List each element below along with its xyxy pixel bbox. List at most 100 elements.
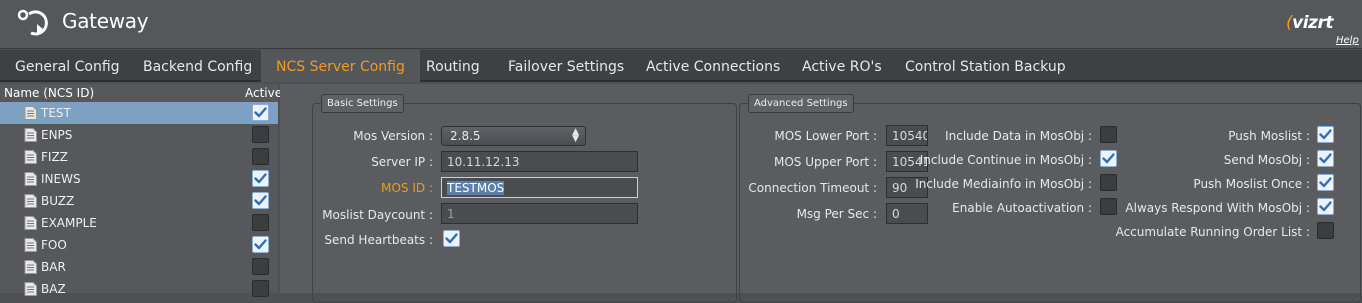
checkmark-icon — [1102, 153, 1115, 164]
list-item[interactable]: BUZZ — [0, 190, 278, 212]
connection-timeout-label: Connection Timeout : — [748, 181, 877, 195]
mos-version-value: 2.8.5 — [450, 129, 481, 143]
column-header-active[interactable]: Active — [245, 86, 282, 100]
checkmark-icon — [1319, 201, 1332, 212]
push-moslist-label: Push Moslist : — [1228, 129, 1310, 143]
document-icon — [24, 194, 37, 208]
active-checkbox[interactable] — [252, 236, 269, 253]
checkmark-icon — [1319, 177, 1332, 188]
mos-version-label: Mos Version : — [353, 129, 433, 143]
checkmark-icon — [1319, 129, 1332, 140]
document-icon — [24, 172, 37, 186]
active-checkbox[interactable] — [252, 148, 269, 165]
list-item-label: BAZ — [41, 282, 66, 296]
accumulate-running-order-checkbox[interactable] — [1317, 222, 1334, 239]
include-continue-label: Include Continue in MosObj : — [919, 153, 1092, 167]
list-item[interactable]: BAZ — [0, 278, 278, 300]
advanced-settings-title: Advanced Settings — [748, 94, 854, 113]
tab-general-config[interactable]: General Config — [0, 50, 135, 82]
list-item-label: ENPS — [41, 128, 73, 142]
always-respond-checkbox[interactable] — [1317, 198, 1334, 215]
ncs-server-list: Name (NCS ID) Active TEST ENPS FIZZ INEWS BU… — [0, 84, 282, 297]
include-mediainfo-checkbox[interactable] — [1100, 174, 1117, 191]
list-item[interactable]: FIZZ — [0, 146, 278, 168]
vizrt-logo: (vizrt — [1286, 13, 1333, 33]
moslist-daycount-label: Moslist Daycount : — [322, 208, 433, 222]
include-data-checkbox[interactable] — [1100, 126, 1117, 143]
include-data-label: Include Data in MosObj : — [945, 129, 1092, 143]
list-item[interactable]: FOO — [0, 234, 278, 256]
tab-routing[interactable]: Routing — [411, 50, 495, 82]
checkmark-icon — [1319, 153, 1332, 164]
push-moslist-once-checkbox[interactable] — [1317, 174, 1334, 191]
msg-per-sec-label: Msg Per Sec : — [796, 207, 877, 221]
mos-upper-port-label: MOS Upper Port : — [773, 155, 877, 169]
settings-panel: Basic Settings Mos Version : 2.8.5 ▲ ▼ Se… — [280, 84, 1362, 303]
send-mosobj-label: Send MosObj : — [1223, 153, 1310, 167]
document-icon — [24, 150, 37, 164]
tab-backend-config[interactable]: Backend Config — [128, 50, 267, 82]
list-item[interactable]: INEWS — [0, 168, 278, 190]
list-item-label: BAR — [41, 260, 66, 274]
checkmark-icon — [254, 107, 267, 118]
checkmark-icon — [254, 173, 267, 184]
checkmark-icon — [254, 195, 267, 206]
send-heartbeats-checkbox[interactable] — [443, 230, 460, 247]
column-header-name[interactable]: Name (NCS ID) — [4, 86, 94, 100]
document-icon — [24, 216, 37, 230]
tab-active-ros[interactable]: Active RO's — [787, 50, 897, 82]
active-checkbox[interactable] — [252, 104, 269, 121]
gateway-logo-icon — [17, 9, 48, 36]
push-moslist-once-label: Push Moslist Once : — [1193, 177, 1310, 191]
push-moslist-checkbox[interactable] — [1317, 126, 1334, 143]
list-item-label: FOO — [41, 238, 67, 252]
checkmark-icon — [254, 239, 267, 250]
mos-id-input[interactable]: TESTMOS — [441, 177, 638, 198]
list-header: Name (NCS ID) Active — [0, 84, 282, 102]
list-item[interactable]: ENPS — [0, 124, 278, 146]
basic-settings-group: Basic Settings Mos Version : 2.8.5 ▲ ▼ Se… — [312, 94, 737, 303]
accumulate-running-order-label: Accumulate Running Order List : — [1115, 225, 1310, 239]
server-ip-label: Server IP : — [371, 155, 433, 169]
active-checkbox[interactable] — [252, 170, 269, 187]
server-ip-input[interactable]: 10.11.12.13 — [441, 151, 638, 172]
mos-id-value: TESTMOS — [447, 181, 505, 195]
list-item-label: BUZZ — [41, 194, 75, 208]
tab-control-station-backup[interactable]: Control Station Backup — [890, 50, 1081, 82]
mos-id-label: MOS ID : — [381, 181, 433, 195]
always-respond-label: Always Respond With MosObj : — [1125, 201, 1310, 215]
include-continue-checkbox[interactable] — [1100, 150, 1117, 167]
list-item-label: TEST — [41, 106, 71, 120]
active-checkbox[interactable] — [252, 214, 269, 231]
send-mosobj-checkbox[interactable] — [1317, 150, 1334, 167]
document-icon — [24, 128, 37, 142]
active-checkbox[interactable] — [252, 192, 269, 209]
tab-active-connections[interactable]: Active Connections — [631, 50, 795, 82]
mos-lower-port-input[interactable]: 10540 — [886, 125, 928, 146]
list-item[interactable]: BAR — [0, 256, 278, 278]
tab-bar: General Config Backend Config NCS Server… — [0, 50, 1362, 82]
active-checkbox[interactable] — [252, 258, 269, 275]
include-mediainfo-label: Include Mediainfo in MosObj : — [915, 177, 1092, 191]
list-item-label: EXAMPLE — [41, 216, 97, 230]
list-item[interactable]: TEST — [0, 102, 278, 124]
mos-version-select[interactable]: 2.8.5 ▲ ▼ — [441, 126, 586, 146]
tab-failover-settings[interactable]: Failover Settings — [493, 50, 639, 82]
msg-per-sec-input[interactable]: 0 — [886, 203, 928, 224]
list-item[interactable]: EXAMPLE — [0, 212, 278, 234]
document-icon — [24, 106, 37, 120]
send-heartbeats-label: Send Heartbeats : — [324, 233, 433, 247]
enable-autoactivation-checkbox[interactable] — [1100, 198, 1117, 215]
brand-text: vizrt — [1292, 13, 1333, 33]
checkmark-icon — [445, 233, 458, 244]
moslist-daycount-input[interactable]: 1 — [441, 203, 638, 224]
enable-autoactivation-label: Enable Autoactivation : — [952, 201, 1092, 215]
active-checkbox[interactable] — [252, 126, 269, 143]
title-bar: Gateway (vizrt Help — [0, 0, 1362, 49]
mos-lower-port-label: MOS Lower Port : — [774, 129, 877, 143]
active-checkbox[interactable] — [252, 280, 269, 297]
app-title: Gateway — [62, 9, 149, 33]
help-link[interactable]: Help — [1336, 35, 1359, 46]
list-item-label: FIZZ — [41, 150, 68, 164]
tab-ncs-server-config[interactable]: NCS Server Config — [261, 50, 420, 82]
